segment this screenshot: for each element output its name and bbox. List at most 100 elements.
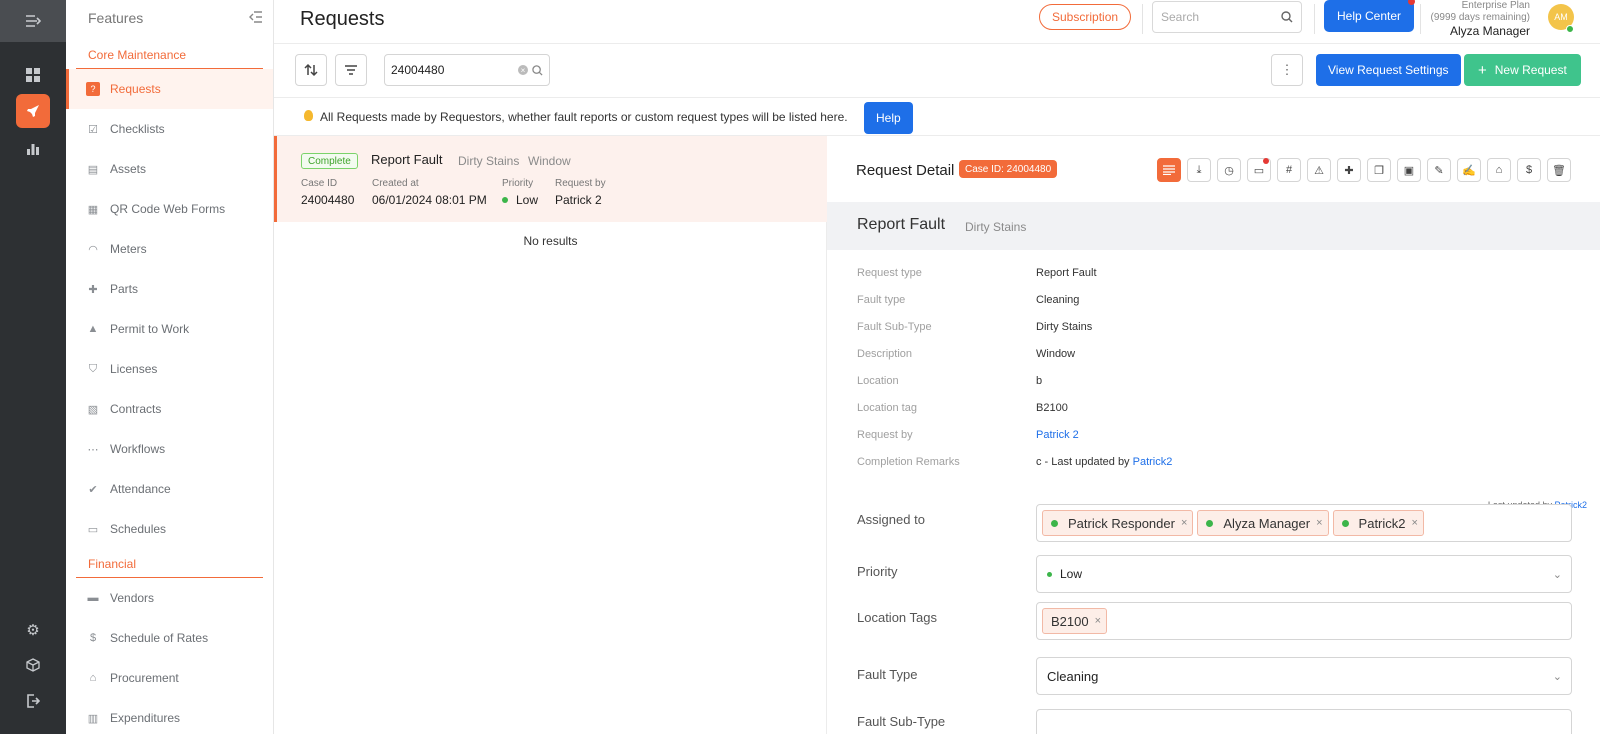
sidebar-item-procurement[interactable]: ⌂ Procurement — [66, 658, 273, 698]
assigned-to-field[interactable]: Patrick Responder × Alyza Manager × Patric… — [1036, 504, 1572, 542]
sidebar-item-label: Schedule of Rates — [110, 631, 209, 645]
rail-dashboard-button[interactable] — [16, 58, 50, 92]
case-id-label: Case ID — [301, 178, 338, 189]
fault-type-label: Fault Type — [857, 667, 918, 682]
rail-requests-button[interactable] — [16, 94, 50, 128]
delete-button[interactable]: 🗑 — [1547, 158, 1571, 182]
location-tags-field[interactable]: B2100 × — [1036, 602, 1572, 640]
sidebar-item-schedules[interactable]: ▭ Schedules — [66, 509, 273, 549]
sidebar-item-requests[interactable]: ? Requests — [66, 69, 273, 109]
warning-button[interactable]: ⚠ — [1307, 158, 1331, 182]
sidebar-item-permit-to-work[interactable]: ▲ Permit to Work — [66, 309, 273, 349]
remove-chip-icon[interactable]: × — [1316, 517, 1322, 529]
sidebar-item-parts[interactable]: ✚ Parts — [66, 269, 273, 309]
fault-subtype: Dirty Stains — [458, 154, 520, 168]
sidebar-item-workflows[interactable]: ⋯ Workflows — [66, 429, 273, 469]
subscription-button[interactable]: Subscription — [1039, 4, 1132, 30]
detail-request-type: Report Fault — [857, 216, 946, 233]
detail-field-link[interactable]: Patrick2 — [1133, 456, 1173, 468]
sidebar-item-label: Vendors — [110, 591, 155, 605]
assignee-name: Patrick2 — [1358, 515, 1406, 531]
request-by-meta: Request by Patrick 2 — [555, 178, 606, 207]
sidebar-item-label: Contracts — [110, 402, 162, 416]
help-button[interactable]: Help — [864, 102, 913, 134]
more-options-button[interactable]: ⋮ — [1271, 54, 1303, 86]
vendor-button[interactable]: ⌂ — [1487, 158, 1511, 182]
sidebar-item-schedule-of-rates[interactable]: $ Schedule of Rates — [66, 618, 273, 658]
parts-button[interactable]: ✚ — [1337, 158, 1361, 182]
warning-icon: ⚠ — [1314, 164, 1324, 177]
view-request-settings-button[interactable]: View Request Settings — [1316, 54, 1461, 86]
search-placeholder: Search — [1161, 10, 1200, 24]
duplicate-button[interactable]: ❐ — [1367, 158, 1391, 182]
sort-button[interactable] — [295, 54, 327, 86]
priority-select[interactable]: Low ⌄ — [1036, 555, 1572, 593]
case-id-meta: Case ID 24004480 — [301, 178, 354, 207]
cube-icon — [26, 658, 40, 672]
logout-icon — [27, 694, 40, 708]
rail-settings-button[interactable]: ⚙ — [16, 613, 50, 647]
remove-chip-icon[interactable]: × — [1412, 517, 1418, 529]
edit-button[interactable]: ✎ — [1427, 158, 1451, 182]
rocket-icon — [27, 105, 39, 117]
sign-button[interactable]: ✍ — [1457, 158, 1481, 182]
sidebar-item-expenditures[interactable]: ▥ Expenditures — [66, 698, 273, 734]
fault-type-select[interactable]: Cleaning ⌄ — [1036, 657, 1572, 695]
qr-icon: ▦ — [87, 203, 99, 216]
rail-reports-button[interactable] — [16, 131, 50, 165]
sidebar-item-checklists[interactable]: ☑ Checklists — [66, 109, 273, 149]
global-search-input[interactable]: Search — [1152, 1, 1302, 33]
history-button[interactable]: ◷ — [1217, 158, 1241, 182]
user-name[interactable]: Alyza Manager — [1400, 25, 1530, 37]
remove-chip-icon[interactable]: × — [1181, 517, 1187, 529]
details-tab-button[interactable] — [1157, 158, 1181, 182]
section-financial: Financial — [76, 549, 263, 578]
kebab-icon: ⋮ — [1280, 62, 1294, 77]
detail-field-value: Cleaning — [1036, 294, 1079, 306]
store-icon: ⌂ — [1495, 164, 1503, 176]
dashboard-icon — [26, 68, 40, 82]
sidebar-item-assets[interactable]: ▤ Assets — [66, 149, 273, 189]
lightbulb-icon — [304, 110, 313, 121]
rail-logout-button[interactable] — [16, 684, 50, 718]
sidebar-item-licenses[interactable]: ⛉ Licenses — [66, 349, 273, 389]
filter-button[interactable] — [335, 54, 367, 86]
online-dot — [1341, 519, 1349, 527]
rail-modules-button[interactable] — [16, 648, 50, 682]
cost-button[interactable]: $ — [1517, 158, 1541, 182]
detail-field-value: Report Fault — [1036, 267, 1097, 279]
assignee-chip: Patrick Responder × — [1042, 510, 1194, 536]
detail-field-value: c - Last updated by Patrick2 — [1036, 456, 1172, 468]
sidebar-item-label: Workflows — [110, 442, 166, 456]
tags-button[interactable]: # — [1277, 158, 1301, 182]
sidebar-item-vendors[interactable]: ▬ Vendors — [66, 578, 273, 618]
sidebar-item-label: QR Code Web Forms — [110, 202, 226, 216]
fault-type-value: Cleaning — [1047, 668, 1099, 684]
archive-button[interactable]: ▣ — [1397, 158, 1421, 182]
search-icon — [1281, 11, 1293, 23]
detail-field-text[interactable]: Patrick 2 — [1036, 429, 1079, 441]
sidebar-item-contracts[interactable]: ▧ Contracts — [66, 389, 273, 429]
list-item[interactable]: Complete Report Fault Dirty Stains Windo… — [274, 136, 827, 222]
detail-field-text: Cleaning — [1036, 294, 1080, 306]
sidebar-item-attendance[interactable]: ✔ Attendance — [66, 469, 273, 509]
created-value: 06/01/2024 08:01 PM — [372, 193, 487, 207]
download-button[interactable]: ⤓ — [1187, 158, 1211, 182]
priority-value-wrap: Low — [502, 193, 538, 207]
request-search-input[interactable]: 24004480 × — [384, 54, 550, 86]
collapse-sidebar-icon[interactable] — [249, 10, 263, 26]
sidebar-item-label: Assets — [110, 162, 147, 176]
sidebar-item-qr-code-web-forms[interactable]: ▦ QR Code Web Forms — [66, 189, 273, 229]
priority-field-label: Priority — [857, 564, 898, 579]
expand-menu-button[interactable] — [0, 0, 66, 42]
detail-summary-band: Report Fault Dirty Stains — [827, 202, 1600, 250]
asset-icon: ▤ — [87, 163, 99, 176]
clear-search-icon[interactable]: × — [518, 65, 528, 75]
comment-notification-dot — [1263, 158, 1269, 164]
pencil-icon: ✎ — [1434, 164, 1444, 177]
new-request-button[interactable]: + New Request — [1464, 54, 1581, 86]
sidebar-item-meters[interactable]: ◠ Meters — [66, 229, 273, 269]
fault-subtype-select[interactable] — [1036, 709, 1572, 734]
remove-chip-icon[interactable]: × — [1095, 615, 1101, 627]
features-header: Features — [66, 0, 273, 36]
